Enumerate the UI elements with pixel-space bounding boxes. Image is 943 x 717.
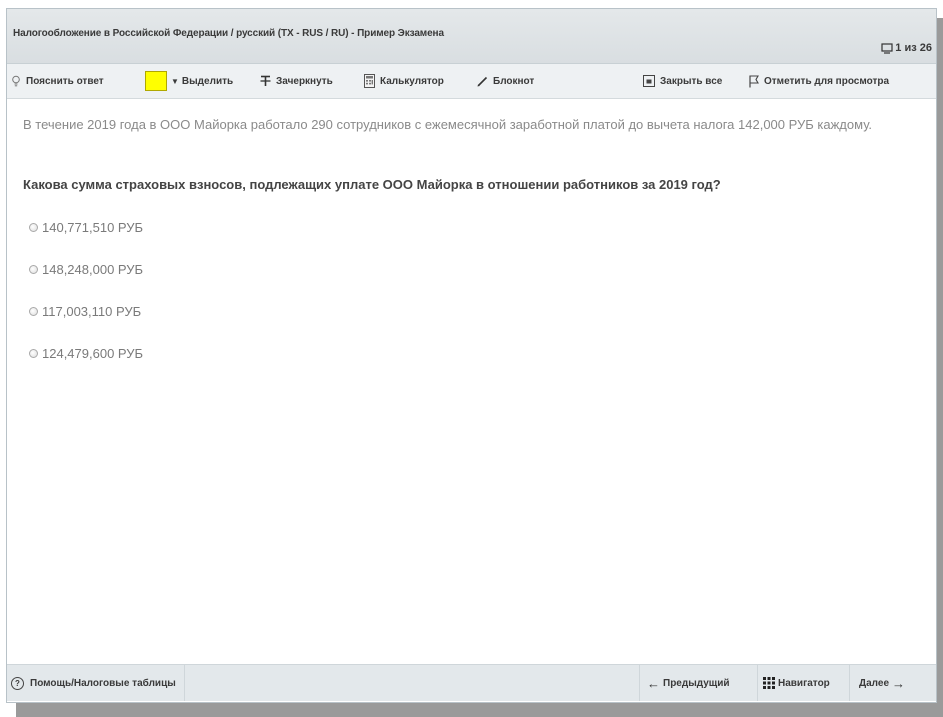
notepad-button[interactable]: Блокнот [477,64,534,98]
footer-divider [639,665,640,701]
close-all-icon [643,75,655,87]
exam-window: Налогообложение в Российской Федерации /… [6,8,937,703]
radio-button[interactable] [29,223,38,232]
dropdown-arrow-icon: ▼ [171,76,179,86]
previous-button[interactable]: ← Предыдущий [647,665,730,701]
explain-answer-label: Пояснить ответ [26,75,104,87]
footer-divider [849,665,850,701]
answer-option-3[interactable]: 117,003,110 РУБ [29,304,141,319]
page-counter: 1 из 26 [881,42,932,54]
toolbar: Пояснить ответ ▼ Выделить Зачеркнуть Кал… [7,64,936,99]
answer-option-1[interactable]: 140,771,510 РУБ [29,220,143,235]
navigator-label: Навигатор [778,677,830,689]
question-panel: В течение 2019 года в ООО Майорка работа… [7,99,936,659]
flag-icon [749,74,759,88]
strikethrough-label: Зачеркнуть [276,75,333,87]
answer-option-label: 148,248,000 РУБ [42,262,144,277]
close-all-button[interactable]: Закрыть все [643,64,722,98]
flag-for-review-label: Отметить для просмотра [764,75,890,87]
explain-answer-button[interactable]: Пояснить ответ [11,64,104,98]
arrow-left-icon: ← [647,675,660,691]
arrow-right-icon: → [892,675,906,691]
footer: ? Помощь/Налоговые таблицы ← Предыдущий [7,658,936,702]
title-bar: Налогообложение в Российской Федерации /… [7,9,936,64]
strikethrough-button[interactable]: Зачеркнуть [260,64,333,98]
answer-option-4[interactable]: 124,479,600 РУБ [29,346,143,361]
highlight-color-swatch[interactable] [145,71,167,91]
page-counter-label: 1 из 26 [895,42,932,54]
answer-option-label: 124,479,600 РУБ [42,346,144,361]
close-all-label: Закрыть все [660,75,723,87]
highlight-button[interactable]: ▼ Выделить [145,64,233,98]
calculator-button[interactable]: Калькулятор [364,64,444,98]
answer-option-label: 117,003,110 РУБ [42,304,142,319]
question-prompt: Какова сумма страховых взносов, подлежащ… [23,177,721,192]
exam-title: Налогообложение в Российской Федерации /… [13,28,444,39]
highlight-label: Выделить [181,75,234,87]
calculator-label: Калькулятор [380,75,444,87]
notepad-label: Блокнот [493,75,535,87]
grid-icon [763,677,775,689]
help-tax-tables-button[interactable]: ? Помощь/Налоговые таблицы [7,665,185,701]
answer-option-2[interactable]: 148,248,000 РУБ [29,262,143,277]
screen: Налогообложение в Российской Федерации /… [0,0,943,717]
next-label: Далее [859,677,890,689]
radio-button[interactable] [29,265,38,274]
help-tax-tables-label: Помощь/Налоговые таблицы [30,677,176,689]
navigator-button[interactable]: Навигатор [763,665,830,701]
footer-bar: ? Помощь/Налоговые таблицы ← Предыдущий [7,664,936,701]
monitor-icon [881,42,893,54]
strikethrough-icon [260,75,271,87]
previous-label: Предыдущий [663,677,730,689]
radio-button[interactable] [29,307,38,316]
question-intro: В течение 2019 года в ООО Майорка работа… [23,117,873,132]
lightbulb-icon [11,75,21,87]
flag-for-review-button[interactable]: Отметить для просмотра [749,64,889,98]
answer-option-label: 140,771,510 РУБ [42,220,144,235]
calculator-icon [364,74,375,88]
pencil-icon [477,76,488,87]
question-mark-icon: ? [11,676,24,690]
next-button[interactable]: Далее → [859,665,905,701]
radio-button[interactable] [29,349,38,358]
footer-divider [757,665,758,701]
